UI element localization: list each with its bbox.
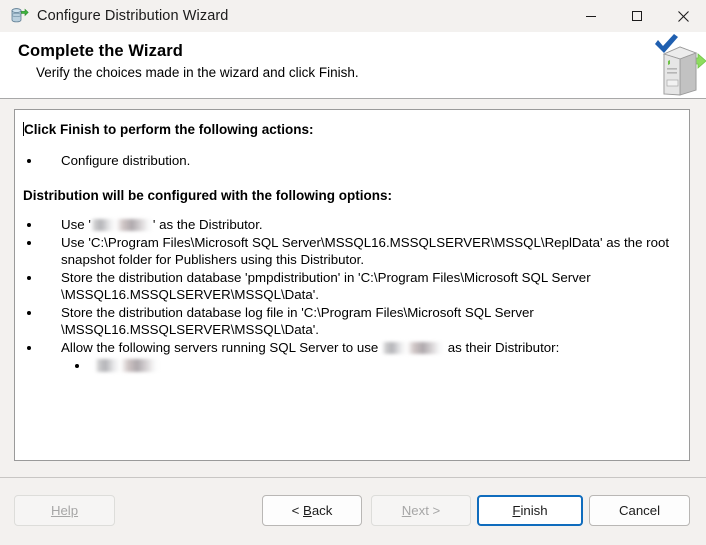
maximize-icon [632, 11, 642, 21]
minimize-button[interactable] [568, 0, 614, 32]
actions-list: Configure distribution. [23, 152, 679, 169]
option-suffix: ' as the Distributor. [152, 217, 263, 232]
server-with-checkmark-icon [636, 32, 706, 97]
window-controls [568, 0, 706, 32]
actions-heading: Click Finish to perform the following ac… [23, 122, 314, 137]
list-item: Use 'C:\Program Files\Microsoft SQL Serv… [23, 234, 679, 268]
close-icon [677, 10, 689, 22]
help-button-label: Help [50, 503, 79, 518]
help-button[interactable]: Help [14, 495, 115, 526]
window-title: Configure Distribution Wizard [37, 8, 229, 24]
footer-bar: Help < Back Next > Finish Cancel [0, 477, 706, 545]
finish-button[interactable]: Finish [477, 495, 583, 526]
back-button-label: < Back [291, 503, 333, 518]
wizard-window: Configure Distribution Wizard Complete t… [0, 0, 706, 545]
option-suffix: as their Distributor: [444, 340, 560, 355]
list-item: Configure distribution. [23, 152, 679, 169]
finish-button-label: Finish [512, 503, 548, 518]
option-prefix: Use ' [61, 217, 91, 232]
list-item: Store the distribution database 'pmpdist… [23, 269, 679, 303]
summary-panel[interactable]: Click Finish to perform the following ac… [14, 109, 690, 461]
list-item: Allow the following servers running SQL … [23, 339, 679, 375]
content-area: Click Finish to perform the following ac… [0, 99, 706, 477]
minimize-icon [586, 16, 596, 17]
next-button[interactable]: Next > [371, 495, 471, 526]
title-bar: Configure Distribution Wizard [0, 0, 706, 32]
redacted-server-name [382, 342, 445, 354]
options-list: Use ' ' as the Distributor. Use 'C:\Progr… [23, 216, 679, 375]
publisher-sublist [61, 357, 679, 375]
replication-database-icon [9, 6, 29, 26]
cancel-button[interactable]: Cancel [589, 495, 690, 526]
redacted-server-name [90, 219, 153, 231]
cancel-button-label: Cancel [618, 503, 661, 518]
page-title: Complete the Wizard [18, 42, 183, 60]
back-button[interactable]: < Back [262, 495, 362, 526]
maximize-button[interactable] [614, 0, 660, 32]
options-heading: Distribution will be configured with the… [23, 188, 392, 203]
list-item [61, 357, 679, 375]
option-prefix: Allow the following servers running SQL … [61, 340, 383, 355]
next-button-label: Next > [401, 503, 441, 518]
list-item: Use ' ' as the Distributor. [23, 216, 679, 233]
redacted-server-name [95, 359, 159, 372]
wizard-header: Complete the Wizard Verify the choices m… [0, 32, 706, 99]
page-subtitle: Verify the choices made in the wizard an… [36, 65, 359, 80]
list-item: Store the distribution database log file… [23, 304, 679, 338]
close-button[interactable] [660, 0, 706, 32]
